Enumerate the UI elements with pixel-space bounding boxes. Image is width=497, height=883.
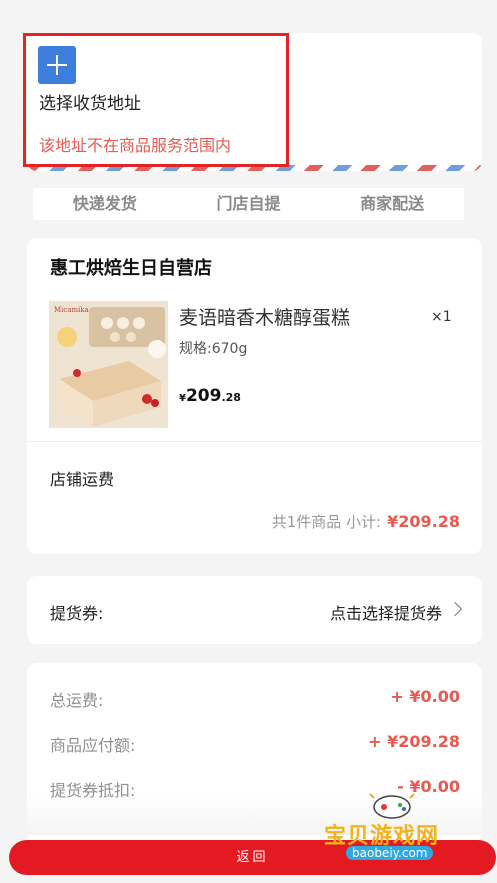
product-name[interactable]: 麦语暗香木糖醇蛋糕	[179, 303, 350, 330]
summary-row-total-shipping: 总运费: + ¥0.00	[50, 687, 460, 710]
tab-pickup[interactable]: 门店自提	[177, 188, 321, 220]
product-image-brand: Micamika	[54, 306, 89, 314]
shop-name: 惠工烘焙生日自营店	[50, 258, 212, 279]
checkout-page: 选择收货地址 该地址不在商品服务范围内 快递发货 门店自提 商家配送 惠工烘焙生…	[0, 0, 497, 883]
chevron-right-icon	[447, 601, 463, 617]
subtotal-amount: ¥209.28	[387, 512, 460, 531]
watermark-logo: 宝贝游戏网 baobeiy.com	[318, 788, 468, 868]
summary-value: + ¥209.28	[368, 732, 460, 751]
subtotal-text: 共1件商品 小计:	[271, 513, 382, 531]
product-price: ¥209.28	[179, 386, 241, 406]
cake-image-icon	[49, 301, 168, 428]
watermark-domain: baobeiy.com	[346, 846, 434, 860]
product-quantity: ×1	[431, 309, 452, 325]
coupon-label: 提货券:	[50, 604, 104, 623]
address-warning: 该地址不在商品服务范围内	[39, 136, 232, 155]
summary-row-goods-payable: 商品应付额: + ¥209.28	[50, 732, 460, 755]
summary-label: 商品应付额:	[50, 736, 136, 755]
select-coupon-link[interactable]: 点击选择提货券	[330, 600, 442, 624]
tab-merchant-delivery[interactable]: 商家配送	[320, 188, 464, 220]
select-address-label[interactable]: 选择收货地址	[39, 89, 141, 114]
price-integer: 209	[185, 386, 222, 406]
product-image[interactable]: Micamika	[49, 301, 168, 428]
divider	[27, 441, 482, 442]
price-decimal: .28	[221, 391, 241, 404]
subtotal: 共1件商品 小计: ¥209.28	[272, 511, 460, 532]
price-symbol: ¥	[179, 393, 186, 404]
add-address-plus-icon[interactable]	[38, 46, 76, 84]
shop-shipping-label: 店铺运费	[50, 470, 115, 489]
coupon-row[interactable]: 提货券: 点击选择提货券	[27, 576, 482, 644]
gamepad-icon	[369, 793, 415, 819]
summary-label: 总运费:	[50, 691, 104, 710]
summary-value: + ¥0.00	[390, 687, 460, 706]
tab-express[interactable]: 快递发货	[33, 188, 177, 220]
delivery-tabs: 快递发货 门店自提 商家配送	[33, 188, 464, 220]
product-spec: 规格:670g	[179, 341, 248, 357]
shop-card: 惠工烘焙生日自营店 Micamika 麦语暗香木糖醇蛋糕 规格:670g ×1 …	[27, 238, 482, 554]
